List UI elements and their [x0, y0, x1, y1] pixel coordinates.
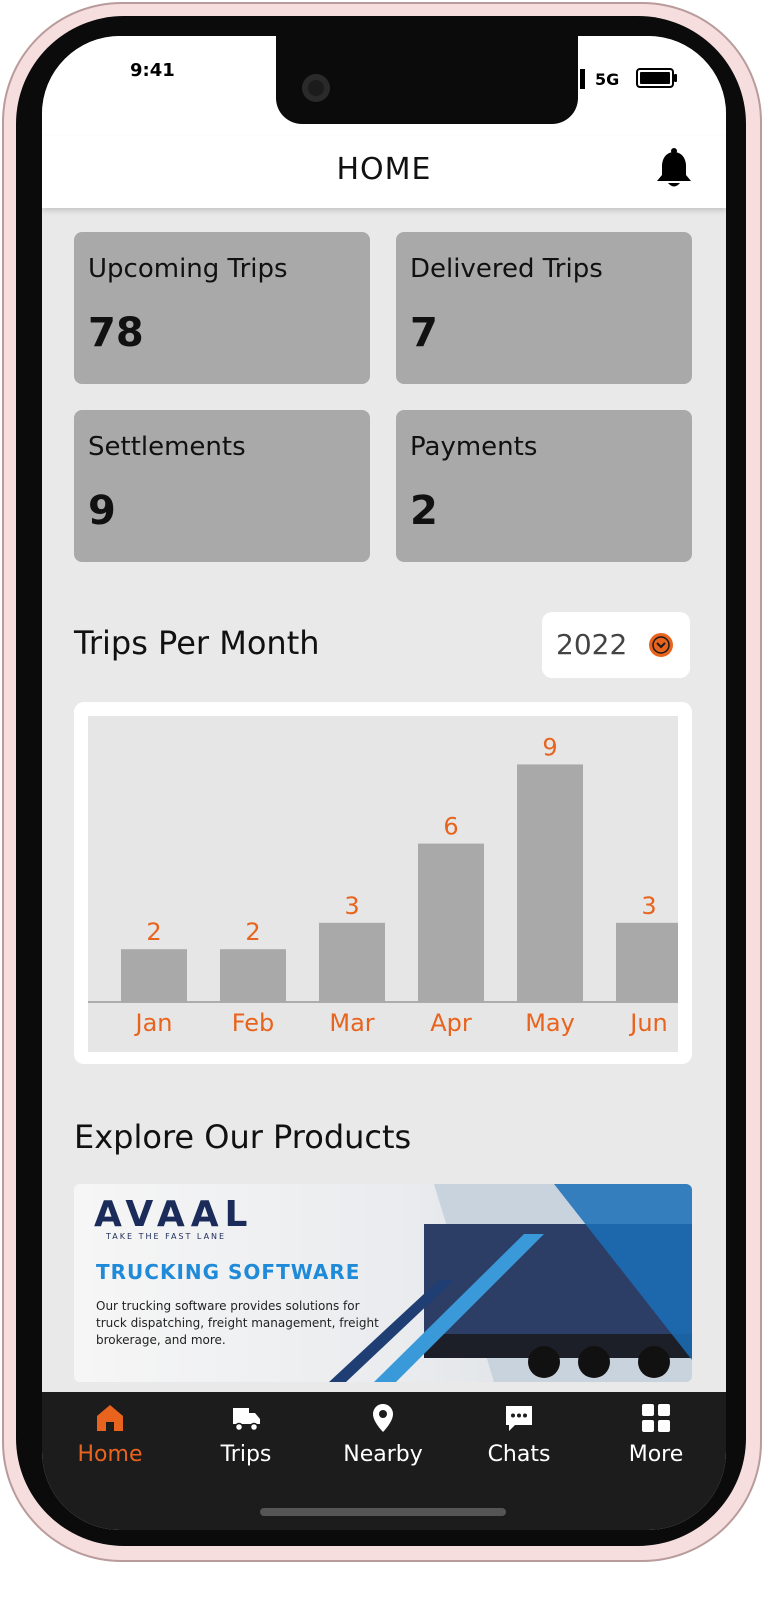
stat-label: Upcoming Trips: [88, 254, 288, 284]
stat-label: Settlements: [88, 432, 246, 462]
banner-heading: TRUCKING SOFTWARE: [96, 1260, 361, 1284]
status-time: 9:41: [130, 60, 175, 81]
location-pin-icon: [373, 1404, 393, 1432]
stat-card-delivered-trips[interactable]: Delivered Trips 7: [396, 232, 692, 384]
tab-home[interactable]: Home: [50, 1392, 170, 1492]
year-dropdown[interactable]: 2022: [542, 612, 690, 678]
trips-per-month-heading: Trips Per Month: [74, 624, 320, 662]
product-banner[interactable]: AVAAL TAKE THE FAST LANE TRUCKING SOFTWA…: [74, 1184, 692, 1382]
bar-feb: [220, 949, 286, 1002]
x-tick-label-jun: Jun: [628, 1009, 668, 1037]
app-header: HOME: [42, 136, 726, 208]
grid-icon: [642, 1404, 670, 1432]
avaal-logo: AVAAL: [94, 1194, 254, 1235]
bar-may: [517, 764, 583, 1002]
tab-more-label: More: [628, 1442, 684, 1467]
tab-more[interactable]: More: [596, 1392, 716, 1492]
x-tick-label-feb: Feb: [232, 1009, 275, 1037]
stat-value: 78: [88, 310, 144, 356]
data-label-jun: 3: [641, 892, 656, 920]
stat-value: 9: [88, 488, 116, 534]
tab-nearby-label: Nearby: [343, 1442, 423, 1467]
data-label-may: 9: [542, 733, 557, 761]
page-title: HOME: [336, 152, 432, 187]
x-tick-label-apr: Apr: [430, 1009, 472, 1037]
stat-value: 2: [410, 488, 438, 534]
explore-products-heading: Explore Our Products: [74, 1118, 412, 1156]
data-label-apr: 6: [443, 813, 458, 841]
stat-value: 7: [410, 310, 438, 356]
x-tick-label-may: May: [525, 1009, 575, 1037]
tab-nearby[interactable]: Nearby: [323, 1392, 443, 1492]
tab-trips[interactable]: Trips: [186, 1392, 306, 1492]
banner-description: Our trucking software provides solutions…: [96, 1299, 379, 1347]
tab-chats[interactable]: Chats: [459, 1392, 579, 1492]
trips-chart-card: 2 Jan 2 Feb 3 Mar 6 Apr 9 May 3 Jun: [74, 702, 692, 1064]
chat-icon: [506, 1406, 532, 1431]
camera-icon: [302, 74, 330, 102]
stat-card-payments[interactable]: Payments 2: [396, 410, 692, 562]
home-icon: [97, 1405, 123, 1431]
bar-apr: [418, 843, 484, 1002]
network-type: 5G: [595, 70, 620, 89]
x-tick-label-mar: Mar: [329, 1009, 374, 1037]
bar-mar: [319, 922, 385, 1002]
tab-home-label: Home: [77, 1442, 143, 1467]
trips-chart-area: 2 Jan 2 Feb 3 Mar 6 Apr 9 May 3 Jun: [88, 716, 678, 1052]
data-label-feb: 2: [245, 918, 260, 946]
stat-card-settlements[interactable]: Settlements 9: [74, 410, 370, 562]
banner-tagline: TAKE THE FAST LANE: [106, 1232, 227, 1241]
truck-icon: [233, 1408, 260, 1432]
x-tick-label-jan: Jan: [134, 1009, 173, 1037]
app-screen: 9:41 5G HOME Upcoming Trips 78 Delivered…: [42, 36, 726, 1530]
trips-bar-chart: 2 Jan 2 Feb 3 Mar 6 Apr 9 May 3 Jun: [88, 733, 678, 1037]
bottom-tab-bar: Home Trips Nearby Chats More: [42, 1392, 726, 1530]
notification-bell-icon[interactable]: [654, 148, 694, 190]
stat-card-upcoming-trips[interactable]: Upcoming Trips 78: [74, 232, 370, 384]
data-label-mar: 3: [344, 892, 359, 920]
stat-label: Payments: [410, 432, 538, 462]
home-indicator: [260, 1508, 506, 1516]
tab-trips-label: Trips: [220, 1442, 272, 1467]
year-value: 2022: [556, 628, 628, 661]
bar-jun: [616, 922, 678, 1002]
data-label-jan: 2: [146, 918, 161, 946]
tab-chats-label: Chats: [487, 1442, 551, 1467]
stat-label: Delivered Trips: [410, 254, 603, 284]
battery-icon: [636, 68, 677, 88]
bar-jan: [121, 949, 187, 1002]
chevron-down-circle-icon: [649, 633, 673, 657]
